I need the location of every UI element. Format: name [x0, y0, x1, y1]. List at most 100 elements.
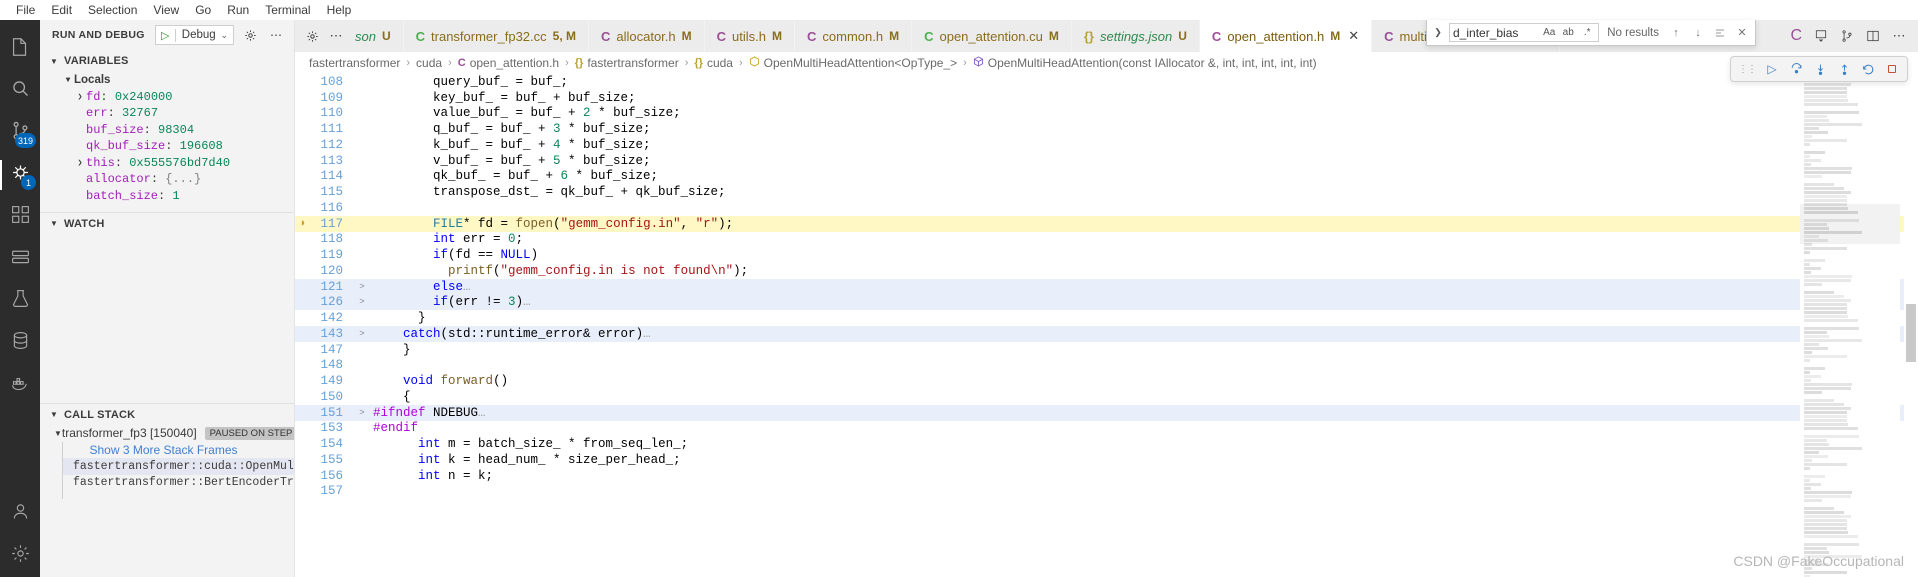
chevron-down-icon[interactable]: ▼	[54, 429, 62, 438]
code-line[interactable]: 114 qk_buf_ = buf_ + 6 * buf_size;	[295, 169, 1918, 185]
menu-edit[interactable]: Edit	[43, 1, 80, 19]
split-editor-down-icon[interactable]	[1810, 25, 1832, 47]
code-line[interactable]: 111 q_buf_ = buf_ + 3 * buf_size;	[295, 121, 1918, 137]
scrollbar-thumb[interactable]	[1906, 304, 1916, 362]
code-line[interactable]: 147 }	[295, 342, 1918, 358]
find-input[interactable]: d_inter_bias Aa ab .*	[1449, 23, 1600, 42]
breadcrumb-item-class[interactable]: OpenMultiHeadAttention<OpType_>	[749, 56, 957, 70]
code-line[interactable]: 150 {	[295, 389, 1918, 405]
show-more-stack-frames-link[interactable]: Show 3 More Stack Frames	[89, 443, 237, 457]
gear-icon[interactable]	[301, 25, 323, 47]
breadcrumb-item-cuda[interactable]: cuda	[416, 56, 442, 70]
tab-utils-h[interactable]: C utils.h M	[704, 20, 795, 52]
code-line[interactable]: 156 int n = k;	[295, 468, 1918, 484]
arrow-up-icon[interactable]: ↑	[1667, 24, 1685, 42]
tab-open-attention-h[interactable]: C open_attention.h M ✕	[1199, 20, 1373, 52]
activity-item-source-control[interactable]: 319	[0, 112, 40, 154]
menu-run[interactable]: Run	[219, 1, 257, 19]
match-case-icon[interactable]: Aa	[1541, 25, 1557, 41]
code-line[interactable]: 154 int m = batch_size_ * from_seq_len_;	[295, 436, 1918, 452]
tab-common-h[interactable]: C common.h M	[795, 20, 913, 52]
tab-settings-json[interactable]: {} settings.json U	[1071, 20, 1200, 52]
activity-item-docker[interactable]	[0, 364, 40, 406]
variable-row-batch-size[interactable]: batch_size: 1	[40, 188, 294, 205]
code-line[interactable]: 157	[295, 484, 1918, 500]
step-out-button[interactable]	[1833, 59, 1855, 79]
breadcrumb-item-open-attention-h[interactable]: C open_attention.h	[458, 56, 559, 70]
more-actions-icon[interactable]: ⋯	[1888, 25, 1910, 47]
whole-word-icon[interactable]: ab	[1560, 25, 1576, 41]
split-editor-icon[interactable]	[1862, 25, 1884, 47]
code-line[interactable]: 148	[295, 358, 1918, 374]
source-control-icon[interactable]	[1836, 25, 1858, 47]
code-line[interactable]: 119 if(fd == NULL)	[295, 247, 1918, 263]
call-stack-frame-row[interactable]: fastertransformer::BertEncoderTransforme…	[62, 474, 294, 491]
menu-terminal[interactable]: Terminal	[257, 1, 318, 19]
close-icon[interactable]: ✕	[1733, 24, 1751, 42]
debug-settings-gear-icon[interactable]	[240, 25, 260, 45]
fold-chevron-icon[interactable]: >	[355, 408, 369, 418]
drag-handle-icon[interactable]: ⋮⋮	[1735, 64, 1759, 75]
fold-chevron-icon[interactable]: >	[355, 329, 369, 339]
breadcrumb-item-method[interactable]: OpenMultiHeadAttention(const IAllocator …	[973, 56, 1317, 70]
code-line[interactable]: 113 v_buf_ = buf_ + 5 * buf_size;	[295, 153, 1918, 169]
activity-item-remote-explorer[interactable]	[0, 238, 40, 280]
code-editor[interactable]: 108 query_buf_ = buf_; 109 key_buf_ = buf…	[295, 74, 1918, 577]
chevron-right-icon[interactable]: ❯	[74, 92, 86, 102]
menu-selection[interactable]: Selection	[80, 1, 145, 19]
activity-item-settings[interactable]	[0, 535, 40, 577]
variables-section-header[interactable]: ▼ VARIABLES	[40, 50, 294, 72]
editor-vertical-scrollbar[interactable]	[1904, 74, 1918, 577]
code-line[interactable]: 121 > else…	[295, 278, 1918, 295]
find-in-selection-icon[interactable]	[1711, 24, 1729, 42]
code-line[interactable]: 116	[295, 200, 1918, 216]
minimap-slider[interactable]	[1800, 204, 1900, 244]
sidebar-more-actions-icon[interactable]: ⋯	[266, 25, 286, 45]
code-line[interactable]: 112 k_buf_ = buf_ + 4 * buf_size;	[295, 137, 1918, 153]
close-icon[interactable]: ✕	[1348, 28, 1359, 44]
code-line[interactable]: 109 key_buf_ = buf_ + buf_size;	[295, 90, 1918, 106]
code-line[interactable]: 115 transpose_dst_ = qk_buf_ + qk_buf_si…	[295, 184, 1918, 200]
code-line[interactable]: 151 > #ifndef NDEBUG…	[295, 404, 1918, 421]
step-into-button[interactable]	[1809, 59, 1831, 79]
debug-config-select[interactable]: ▷ Debug ⌄	[154, 25, 234, 45]
code-line[interactable]: 108 query_buf_ = buf_;	[295, 74, 1918, 90]
debug-toolbar[interactable]: ⋮⋮ ▷	[1730, 56, 1908, 82]
code-line[interactable]: 126 > if(err != 3)…	[295, 294, 1918, 311]
play-icon[interactable]: ▷	[156, 28, 176, 42]
code-line[interactable]: 149 void forward()	[295, 373, 1918, 389]
menu-help[interactable]: Help	[319, 1, 360, 19]
breadcrumb-item-namespace-fastertransformer[interactable]: {} fastertransformer	[575, 56, 679, 70]
menu-view[interactable]: View	[145, 1, 187, 19]
variable-row-buf-size[interactable]: buf_size: 98304	[40, 122, 294, 139]
tab-allocator-h[interactable]: C allocator.h M	[588, 20, 705, 52]
menu-go[interactable]: Go	[187, 1, 219, 19]
code-line[interactable]: 153 #endif	[295, 421, 1918, 437]
code-line[interactable]: 110 value_buf_ = buf_ + 2 * buf_size;	[295, 106, 1918, 122]
tab-transformer-fp32-cc[interactable]: C transformer_fp32.cc 5, M	[403, 20, 589, 52]
tab-settings-json-truncated[interactable]: son U	[353, 20, 404, 52]
call-stack-frame-row[interactable]: fastertransformer::cuda::OpenMultiHeadAt…	[62, 458, 294, 475]
watch-section-header[interactable]: ▼ WATCH	[40, 212, 294, 234]
call-stack-section-header[interactable]: ▼ CALL STACK	[40, 403, 294, 425]
menu-file[interactable]: File	[8, 1, 43, 19]
current-execution-pointer-icon[interactable]: ◗	[295, 218, 311, 230]
tab-open-attention-cu[interactable]: C open_attention.cu M	[912, 20, 1072, 52]
find-widget[interactable]: ❯ d_inter_bias Aa ab .* No results ↑ ↓ ✕	[1426, 20, 1756, 46]
activity-item-search[interactable]	[0, 70, 40, 112]
minimap[interactable]	[1800, 74, 1900, 577]
code-line[interactable]: ◗ 117 FILE* fd = fopen("gemm_config.in", …	[295, 215, 1918, 232]
activity-item-accounts[interactable]	[0, 493, 40, 535]
chevron-right-icon[interactable]: ❯	[1431, 27, 1445, 38]
variable-row-this[interactable]: ❯ this: 0x555576bd7d40	[40, 155, 294, 172]
variables-scope-locals[interactable]: ▼ Locals	[40, 72, 294, 89]
activity-item-explorer[interactable]	[0, 28, 40, 70]
variable-row-fd[interactable]: ❯ fd: 0x240000	[40, 89, 294, 106]
call-stack-frame-row-partial[interactable]	[62, 491, 294, 499]
breadcrumb-item-fastertransformer[interactable]: fastertransformer	[309, 56, 400, 70]
ellipsis-icon[interactable]: ⋯	[325, 25, 347, 47]
arrow-down-icon[interactable]: ↓	[1689, 24, 1707, 42]
stop-button[interactable]	[1881, 59, 1903, 79]
continue-button[interactable]: ▷	[1761, 59, 1783, 79]
activity-item-testing[interactable]	[0, 280, 40, 322]
